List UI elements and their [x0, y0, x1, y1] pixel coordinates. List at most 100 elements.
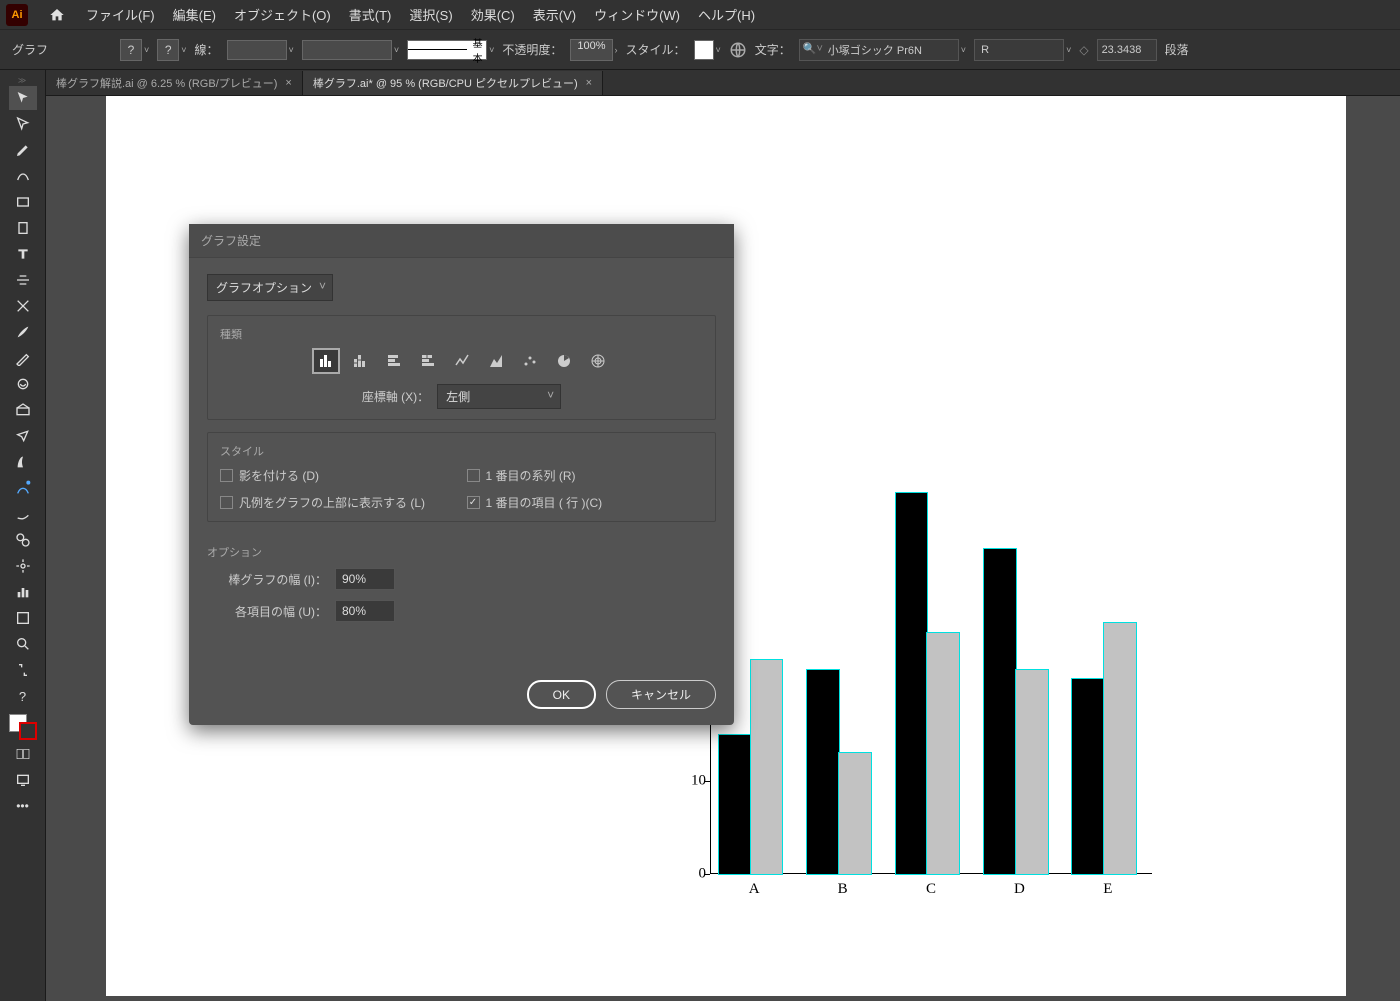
- chart-bar[interactable]: [1016, 670, 1048, 874]
- chart-bar[interactable]: [719, 735, 751, 874]
- chart-bar[interactable]: [927, 633, 959, 875]
- artboard-tool[interactable]: [9, 606, 37, 630]
- menu-effect[interactable]: 効果(C): [471, 5, 515, 24]
- width-tool[interactable]: [9, 450, 37, 474]
- menubar: Ai ファイル(F) 編集(E) オブジェクト(O) 書式(T) 選択(S) 効…: [0, 0, 1400, 30]
- ellipse-tool[interactable]: [9, 216, 37, 240]
- column-chart[interactable]: 01020ABCDE: [682, 456, 1152, 896]
- menu-view[interactable]: 表示(V): [533, 5, 576, 24]
- rotate-tool[interactable]: [9, 398, 37, 422]
- stroke-weight-select[interactable]: [227, 40, 287, 60]
- zoom-tool[interactable]: [9, 632, 37, 656]
- stroke-swatch[interactable]: [19, 722, 37, 740]
- menu-type[interactable]: 書式(T): [349, 5, 392, 24]
- font-style-select[interactable]: [974, 39, 1064, 61]
- menu-select[interactable]: 選択(S): [409, 5, 452, 24]
- polygon-tool[interactable]: [9, 294, 37, 318]
- type-line-icon[interactable]: [450, 350, 474, 372]
- font-size-field[interactable]: [1097, 39, 1157, 61]
- ok-button[interactable]: OK: [527, 680, 596, 709]
- document-tabstrip: 棒グラフ解説.ai @ 6.25 % (RGB/プレビュー) × 棒グラフ.ai…: [0, 70, 1400, 96]
- type-radar-icon[interactable]: [586, 350, 610, 372]
- chart-bar[interactable]: [751, 660, 783, 874]
- style-fieldset: スタイル 影を付ける (D) 1 番目の系列 (R) 凡例をグラフの上部に表示す…: [207, 432, 716, 522]
- menu-edit[interactable]: 編集(E): [173, 5, 216, 24]
- perspective-tool[interactable]: [9, 528, 37, 552]
- type-fieldset: 種類 座標軸 (X)： 左側: [207, 315, 716, 420]
- type-column-icon[interactable]: [314, 350, 338, 372]
- chart-bar[interactable]: [896, 493, 928, 874]
- type-scatter-icon[interactable]: [518, 350, 542, 372]
- graph-options-dialog: グラフ設定 グラフオプション 種類: [189, 224, 734, 725]
- shadow-checkbox[interactable]: [220, 469, 233, 482]
- type-area-icon[interactable]: [484, 350, 508, 372]
- menu-window[interactable]: ウィンドウ(W): [594, 5, 680, 24]
- cluster-width-input[interactable]: [335, 600, 395, 622]
- pen-tool[interactable]: [9, 138, 37, 162]
- first-col-checkbox[interactable]: [467, 496, 480, 509]
- y-tick-label: 0: [699, 866, 707, 883]
- variable-width-select[interactable]: [302, 40, 392, 60]
- toggle-fill-stroke[interactable]: [9, 658, 37, 682]
- x-tick-label: B: [838, 881, 848, 898]
- type-bar-icon[interactable]: [382, 350, 406, 372]
- style-fieldset-label: スタイル: [220, 443, 703, 459]
- screen-mode[interactable]: [9, 768, 37, 792]
- opacity-value[interactable]: 100%: [570, 39, 612, 61]
- blob-brush-tool[interactable]: [9, 476, 37, 500]
- shape-builder-tool[interactable]: [9, 502, 37, 526]
- menu-object[interactable]: オブジェクト(O): [234, 5, 331, 24]
- menu-help[interactable]: ヘルプ(H): [698, 5, 755, 24]
- stroke-button[interactable]: ?: [157, 39, 179, 61]
- align-icon[interactable]: [729, 41, 747, 59]
- type-pie-icon[interactable]: [552, 350, 576, 372]
- menu-file[interactable]: ファイル(F): [86, 5, 155, 24]
- type-stacked-column-icon[interactable]: [348, 350, 372, 372]
- paragraph-label[interactable]: 段落: [1165, 41, 1189, 58]
- cancel-button[interactable]: キャンセル: [606, 680, 716, 709]
- document-tab[interactable]: 棒グラフ.ai* @ 95 % (RGB/CPU ピクセルプレビュー) ×: [303, 71, 603, 95]
- axis-select[interactable]: 左側: [437, 384, 561, 409]
- edit-toolbar[interactable]: •••: [9, 794, 37, 818]
- type-tool[interactable]: [9, 242, 37, 266]
- bar-width-input[interactable]: [335, 568, 395, 590]
- chart-bar[interactable]: [807, 670, 839, 874]
- close-icon[interactable]: ×: [285, 77, 291, 89]
- mesh-tool[interactable]: [9, 554, 37, 578]
- graph-section-select[interactable]: グラフオプション: [207, 274, 333, 301]
- rect-tool[interactable]: [9, 190, 37, 214]
- optionbar: グラフ ?˅ ?˅ 線： ˅ ˅ 基本˅ 不透明度： 100% › スタイル： …: [0, 30, 1400, 70]
- type-stacked-bar-icon[interactable]: [416, 350, 440, 372]
- graphic-style-select[interactable]: [694, 40, 714, 60]
- selection-tool[interactable]: [9, 86, 37, 110]
- app-logo[interactable]: Ai: [6, 4, 28, 26]
- first-row-checkbox-label: 1 番目の系列 (R): [486, 467, 576, 484]
- legend-top-checkbox[interactable]: [220, 496, 233, 509]
- style-label: スタイル：: [626, 41, 686, 58]
- y-tick-label: 10: [691, 773, 706, 790]
- chart-bar[interactable]: [1072, 679, 1104, 874]
- brush-tool[interactable]: [9, 320, 37, 344]
- chart-bar[interactable]: [984, 549, 1016, 874]
- first-row-checkbox[interactable]: [467, 469, 480, 482]
- toolbar-handle[interactable]: ≫: [3, 76, 43, 84]
- eraser-tool[interactable]: [9, 372, 37, 396]
- color-swatches[interactable]: [7, 714, 39, 740]
- column-graph-tool[interactable]: [9, 580, 37, 604]
- document-tab[interactable]: 棒グラフ解説.ai @ 6.25 % (RGB/プレビュー) ×: [46, 71, 303, 95]
- pencil-tool[interactable]: [9, 346, 37, 370]
- line-tool[interactable]: [9, 268, 37, 292]
- toolbar-left: ≫ ? •••: [0, 70, 46, 1001]
- curvature-tool[interactable]: [9, 164, 37, 188]
- chart-bar[interactable]: [1104, 623, 1136, 874]
- fill-button[interactable]: ?: [120, 39, 142, 61]
- close-icon[interactable]: ×: [586, 77, 592, 89]
- direct-selection-tool[interactable]: [9, 112, 37, 136]
- draw-mode[interactable]: [9, 742, 37, 766]
- brush-definition-select[interactable]: 基本: [407, 40, 487, 60]
- chart-bar[interactable]: [839, 753, 871, 874]
- scale-tool[interactable]: [9, 424, 37, 448]
- home-icon[interactable]: [46, 4, 68, 26]
- help-tool[interactable]: ?: [9, 684, 37, 708]
- canvas[interactable]: 01020ABCDE グラフ設定 グラフオプション 種類: [46, 96, 1400, 1001]
